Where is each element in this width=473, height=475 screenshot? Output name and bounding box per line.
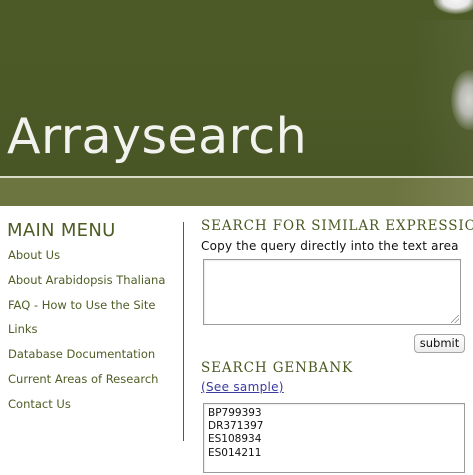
genbank-id-list: BP799393 DR371397 ES108934 ES014211 — [208, 407, 263, 460]
similar-expression-heading: SEARCH FOR SIMILAR EXPRESSIO — [201, 218, 473, 234]
menu-item-about-us[interactable]: About Us — [8, 248, 165, 273]
resize-grip-icon[interactable] — [451, 315, 459, 323]
menu-item-links[interactable]: Links — [8, 322, 165, 347]
query-textarea[interactable] — [203, 259, 461, 325]
sidebar-divider — [183, 222, 184, 441]
main-menu-title: MAIN MENU — [7, 220, 116, 241]
menu-item-current-research[interactable]: Current Areas of Research — [8, 372, 165, 397]
genbank-textarea[interactable]: BP799393 DR371397 ES108934 ES014211 — [203, 403, 465, 473]
query-instruction: Copy the query directly into the text ar… — [201, 239, 459, 253]
see-sample-link[interactable]: (See sample) — [201, 380, 284, 394]
site-title: Arraysearch — [7, 108, 308, 165]
header-band-fade — [393, 178, 473, 206]
header-banner: Arraysearch — [0, 0, 473, 176]
menu-item-contact-us[interactable]: Contact Us — [8, 397, 165, 422]
menu-item-database-documentation[interactable]: Database Documentation — [8, 347, 165, 372]
menu-item-about-arabidopsis[interactable]: About Arabidopsis Thaliana — [8, 273, 165, 298]
genbank-id: BP799393 — [208, 407, 262, 419]
genbank-id: ES014211 — [208, 446, 262, 459]
main-menu-list: About Us About Arabidopsis Thaliana FAQ … — [8, 248, 165, 422]
genbank-id: ES108934 — [208, 433, 262, 446]
genbank-heading: SEARCH GENBANK — [201, 360, 354, 376]
submit-button[interactable]: submit — [414, 334, 465, 353]
menu-item-faq[interactable]: FAQ - How to Use the Site — [8, 298, 165, 323]
page: Arraysearch MAIN MENU About Us About Ara… — [0, 0, 473, 475]
header-band — [0, 178, 473, 206]
genbank-id: DR371397 — [208, 420, 264, 433]
banner-photo-highlight — [433, 0, 473, 14]
